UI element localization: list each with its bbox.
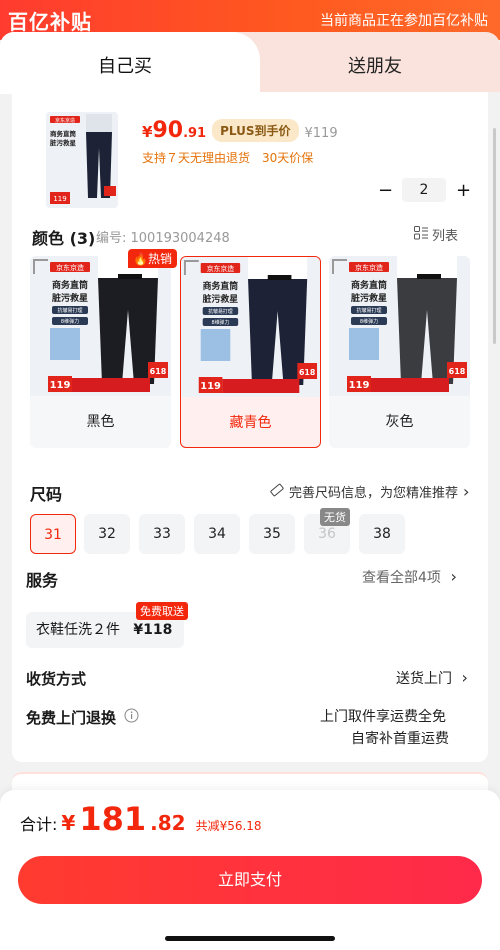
svg-text:119: 119 <box>200 381 221 392</box>
color-option-image: 京东京造商务直筒脏污救星抗皱易打理 8维弹力 119 618 <box>30 256 171 396</box>
svg-text:商务直筒: 商务直筒 <box>203 280 239 292</box>
svg-text:8维弹力: 8维弹力 <box>61 318 79 325</box>
subsidy-logo-text: 百亿补贴 <box>8 10 92 34</box>
color-option-2[interactable]: 京东京造商务直筒 脏污救星抗皱易打理 8维弹力 119 618 藏青色 <box>180 256 321 448</box>
price-decimal: .91 <box>183 126 207 141</box>
original-price: ¥119 <box>304 126 338 141</box>
thumb-line-2: 脏污救星 <box>50 138 77 147</box>
free-pickup-tag: 免费取送 <box>136 602 188 620</box>
size-info-text: 完善尺码信息，为您精准推荐 <box>289 486 459 501</box>
svg-text:抗皱易打理: 抗皱易打理 <box>208 308 233 315</box>
total-saving: 共减¥56.18 <box>195 819 262 833</box>
svg-text:抗皱易打理: 抗皱易打理 <box>57 307 82 314</box>
chevron-right-icon: › <box>456 668 468 687</box>
quantity-stepper: − 2 + <box>378 178 471 202</box>
svg-text:京东京造: 京东京造 <box>355 263 383 272</box>
total-label: 合计: <box>20 815 58 834</box>
chevron-right-icon: › <box>445 567 457 586</box>
laundry-service-name: 衣鞋任洗２件 <box>36 622 120 638</box>
order-total: 合计: ¥ 181 .82 共减¥56.18 <box>20 800 262 838</box>
view-all-services-link[interactable]: 查看全部4项 › <box>362 567 457 587</box>
list-view-label: 列表 <box>432 229 459 244</box>
subsidy-logo: 百亿补贴 <box>8 6 92 35</box>
hot-sale-badge: 🔥热销 <box>128 249 177 268</box>
svg-text:618: 618 <box>449 367 466 376</box>
product-code: 编号: 100193004248 <box>96 231 230 246</box>
svg-text:618: 618 <box>150 367 167 376</box>
fire-icon: 🔥 <box>133 252 148 266</box>
price-row: ¥90.91 PLUS到手价 ¥119 <box>142 118 338 144</box>
svg-text:抗皱易打理: 抗皱易打理 <box>356 307 381 314</box>
size-option-38[interactable]: 38 <box>359 514 405 554</box>
laundry-service-price: ¥118 <box>133 622 173 638</box>
guarantee-text: 支持７天无理由退货 30天价保 <box>142 151 314 165</box>
plus-price-tag: PLUS到手价 <box>212 119 299 142</box>
color-option-3[interactable]: 京东京造商务直筒 脏污救星抗皱易打理 8维弹力 119 618 灰色 <box>329 256 470 448</box>
svg-text:119: 119 <box>349 380 370 391</box>
svg-text:119: 119 <box>53 195 66 203</box>
price-symbol: ¥ <box>142 123 153 141</box>
out-of-stock-tag: 无货 <box>320 508 350 526</box>
info-icon[interactable] <box>124 708 139 727</box>
color-option-name: 灰色 <box>385 414 414 430</box>
size-info-link[interactable]: 完善尺码信息，为您精准推荐 › <box>270 482 469 501</box>
tab-buy-for-self[interactable]: 自己买 <box>98 52 152 78</box>
color-section-title: 颜色 (3) <box>32 229 96 248</box>
size-option-33[interactable]: 33 <box>139 514 185 554</box>
service-section-title: 服务 <box>26 571 59 590</box>
svg-text:商务直筒: 商务直筒 <box>351 279 387 291</box>
scrollbar[interactable] <box>493 128 496 344</box>
color-option-name: 藏青色 <box>229 415 272 431</box>
color-option-image: 京东京造商务直筒脏污救星抗皱易打理 8维弹力 119 618 <box>181 257 320 397</box>
svg-text:119: 119 <box>50 380 71 391</box>
free-return-line-2: 自寄补首重运费 <box>351 731 449 747</box>
home-indicator <box>165 936 335 941</box>
free-return-row: 免费上门退换 <box>26 707 139 728</box>
pay-now-button[interactable]: 立即支付 <box>18 856 482 904</box>
quantity-plus-button[interactable]: + <box>456 180 471 201</box>
svg-text:京东京造: 京东京造 <box>56 263 84 272</box>
size-option-32[interactable]: 32 <box>84 514 130 554</box>
price-integer: 90 <box>152 118 184 143</box>
color-option-image: 京东京造商务直筒脏污救星抗皱易打理 8维弹力 119 618 <box>329 256 470 396</box>
subsidy-notice: 当前商品正在参加百亿补贴 <box>320 13 488 29</box>
product-thumbnail[interactable]: 京东京造 商务直筒 脏污救星 119 <box>46 112 118 208</box>
free-return-line-1: 上门取件享运费全免 <box>320 709 446 725</box>
list-view-toggle[interactable]: 列表 <box>414 225 458 244</box>
chevron-right-icon: › <box>463 482 470 501</box>
svg-text:脏污救星: 脏污救星 <box>203 293 239 305</box>
delivery-method-value: 送货上门 <box>396 671 452 687</box>
purchase-tabs: 自己买 送朋友 <box>0 32 500 94</box>
delivery-method-selector[interactable]: 送货上门 › <box>396 668 468 688</box>
svg-text:脏污救星: 脏污救星 <box>52 292 88 304</box>
tab-send-to-friend[interactable]: 送朋友 <box>348 52 402 78</box>
color-option-name: 黑色 <box>86 414 115 430</box>
ruler-icon <box>270 483 284 501</box>
size-option-34[interactable]: 34 <box>194 514 240 554</box>
color-option-1[interactable]: 京东京造商务直筒 脏污救星抗皱易打理 8维弹力 119 618 黑色 <box>30 256 171 448</box>
quantity-minus-button[interactable]: − <box>378 180 393 201</box>
svg-text:商务直筒: 商务直筒 <box>52 279 88 291</box>
total-currency: ¥ <box>61 811 76 835</box>
svg-text:脏污救星: 脏污救星 <box>351 292 387 304</box>
total-decimal: .82 <box>150 811 186 835</box>
size-option-31[interactable]: 31 <box>30 514 76 554</box>
hot-sale-label: 热销 <box>147 252 172 266</box>
size-section-title: 尺码 <box>30 485 63 504</box>
free-return-title: 免费上门退换 <box>26 709 117 727</box>
delivery-method-title: 收货方式 <box>26 670 87 688</box>
quantity-input[interactable]: 2 <box>402 178 446 202</box>
size-option-35[interactable]: 35 <box>249 514 295 554</box>
view-all-services-label: 查看全部4项 <box>362 570 441 586</box>
thumb-line-1: 商务直筒 <box>50 129 77 138</box>
svg-text:8维弹力: 8维弹力 <box>211 319 229 326</box>
svg-text:京东京造: 京东京造 <box>207 264 235 273</box>
thumb-brand: 京东京造 <box>55 117 75 124</box>
svg-text:8维弹力: 8维弹力 <box>360 318 378 325</box>
total-integer: 181 <box>79 800 147 838</box>
plus-price: ¥90.91 <box>142 118 206 143</box>
list-icon <box>414 225 428 244</box>
svg-text:618: 618 <box>299 368 316 377</box>
